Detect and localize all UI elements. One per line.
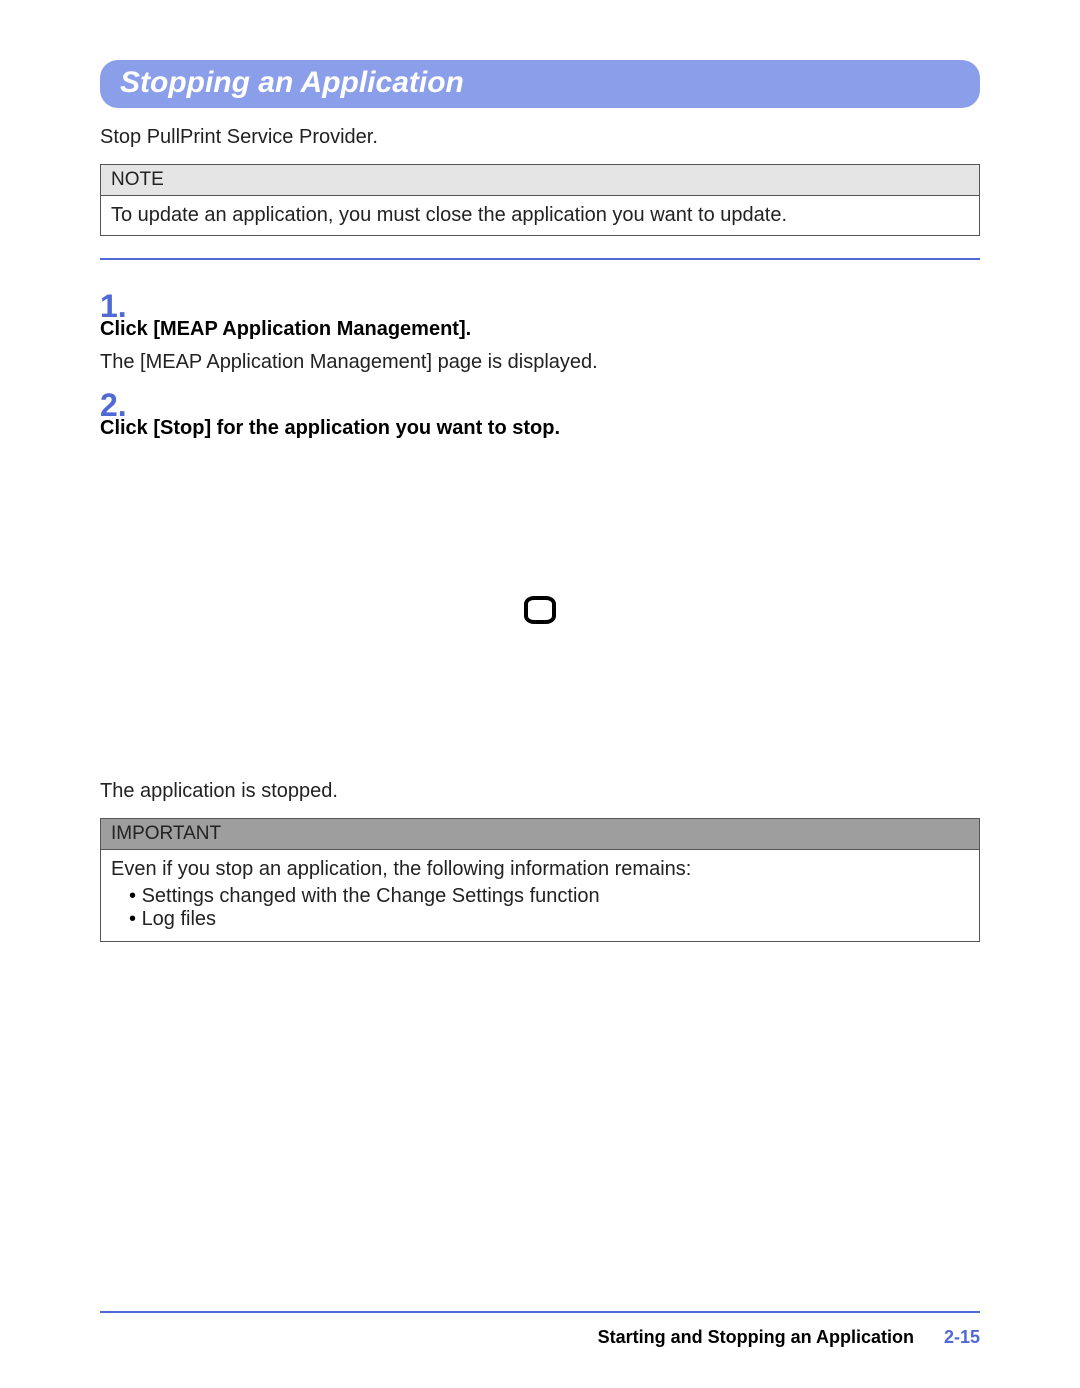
page-footer: Starting and Stopping an Application 2-1… xyxy=(100,1311,980,1348)
placeholder-icon xyxy=(524,596,556,624)
footer-section-title: Starting and Stopping an Application xyxy=(598,1327,914,1348)
list-item: Log files xyxy=(129,908,969,931)
important-intro: Even if you stop an application, the fol… xyxy=(111,858,691,880)
divider-top xyxy=(100,258,980,260)
important-box: IMPORTANT Even if you stop an applicatio… xyxy=(100,818,980,942)
section-title: Stopping an Application xyxy=(120,66,464,99)
step-desc: The [MEAP Application Management] page i… xyxy=(100,351,980,374)
step-title: Click [Stop] for the application you wan… xyxy=(100,417,980,440)
footer-page-number: 2-15 xyxy=(944,1327,980,1348)
important-body: Even if you stop an application, the fol… xyxy=(101,850,979,941)
section-header: Stopping an Application xyxy=(100,60,980,108)
note-label: NOTE xyxy=(101,165,979,196)
step-title: Click [MEAP Application Management]. xyxy=(100,318,980,341)
result-text: The application is stopped. xyxy=(100,780,980,803)
list-item: Settings changed with the Change Setting… xyxy=(129,885,969,908)
step-2: 2. Click [Stop] for the application you … xyxy=(100,389,980,440)
image-placeholder xyxy=(100,460,980,760)
important-label: IMPORTANT xyxy=(101,819,979,850)
important-list: Settings changed with the Change Setting… xyxy=(111,885,969,931)
intro-text: Stop PullPrint Service Provider. xyxy=(100,126,980,149)
note-body: To update an application, you must close… xyxy=(101,196,979,235)
step-1: 1. Click [MEAP Application Management]. … xyxy=(100,290,980,374)
note-box: NOTE To update an application, you must … xyxy=(100,164,980,236)
